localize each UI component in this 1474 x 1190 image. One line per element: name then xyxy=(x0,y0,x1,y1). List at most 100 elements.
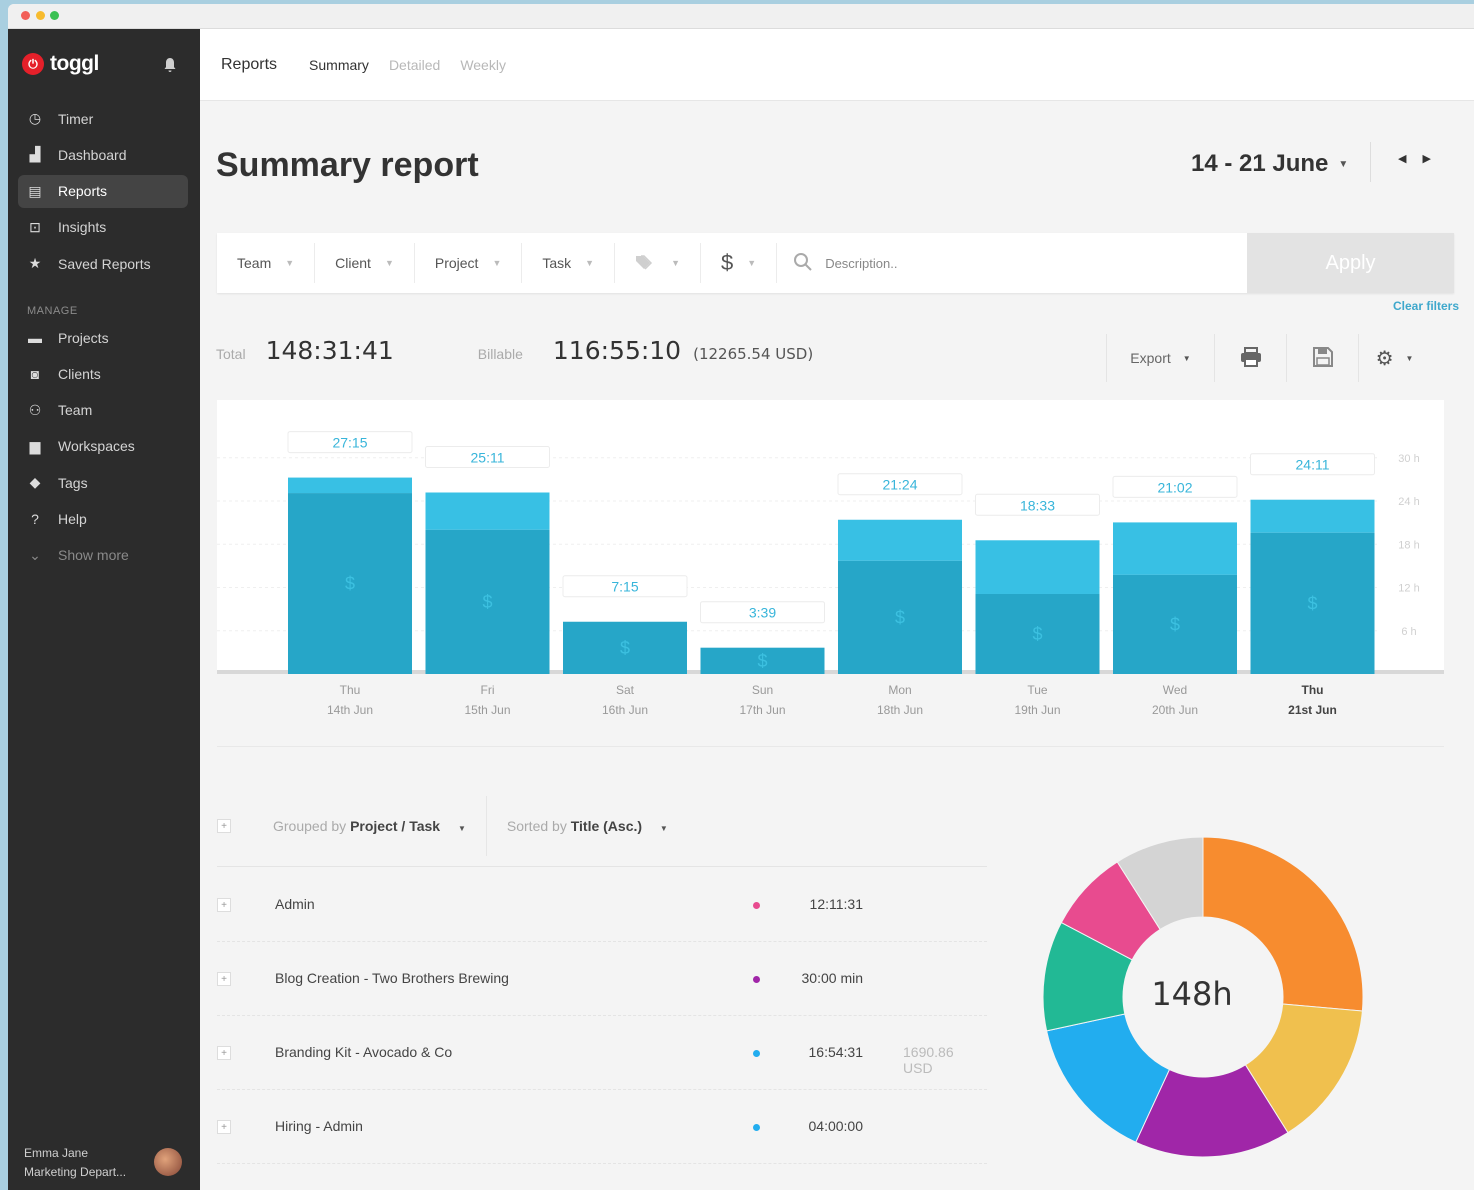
caret-down-icon: ▼ xyxy=(457,824,466,833)
group-by-prefix: Grouped by xyxy=(273,818,347,834)
sidebar-item-saved-reports[interactable]: ★ Saved Reports xyxy=(18,247,188,280)
tab-weekly[interactable]: Weekly xyxy=(460,57,506,73)
sidebar-item-help[interactable]: ? Help xyxy=(18,503,188,536)
filter-billable[interactable]: $ ▼ xyxy=(701,243,778,283)
previous-period-button[interactable]: ◀ xyxy=(1398,152,1406,165)
bar-nonbillable xyxy=(1113,522,1237,575)
day-date: 16th Jun xyxy=(601,703,649,717)
search-icon xyxy=(793,252,813,275)
daily-bar-chart: 6 h 12 h 18 h 24 h 30 h $27:15 $25:11 $7:15 $3:3… xyxy=(217,400,1444,674)
export-button[interactable]: Export ▼ xyxy=(1106,334,1214,382)
table-row[interactable]: + Hiring - Admin 04:00:00 xyxy=(217,1090,987,1164)
briefcase-icon: ▆ xyxy=(29,437,41,454)
project-duration: 16:54:31 xyxy=(808,1044,864,1060)
y-tick-label: 12 h xyxy=(1398,583,1419,595)
caret-down-icon: ▼ xyxy=(1405,353,1414,363)
day-name: Sun xyxy=(751,683,774,697)
export-label: Export xyxy=(1130,350,1171,366)
bar-nonbillable xyxy=(975,540,1100,594)
sidebar-item-team[interactable]: ⚇ Team xyxy=(18,394,188,427)
project-duration: 12:11:31 xyxy=(809,896,863,912)
table-row[interactable]: + Admin 12:11:31 xyxy=(217,868,987,942)
sidebar-item-label: Projects xyxy=(58,329,109,346)
sidebar-item-projects[interactable]: ▬ Projects xyxy=(18,321,188,354)
dollar-icon: $ xyxy=(721,250,734,275)
filter-task[interactable]: Task ▼ xyxy=(522,243,616,283)
sidebar-item-label: Saved Reports xyxy=(58,255,151,272)
settings-button[interactable]: ⚙ ▼ xyxy=(1358,334,1430,382)
day-date: 21st Jun xyxy=(1288,703,1337,717)
clear-filters-link[interactable]: Clear filters xyxy=(1393,299,1459,313)
chevron-down-icon: ⌄ xyxy=(29,546,41,563)
sidebar-item-timer[interactable]: ◷ Timer xyxy=(18,102,188,135)
date-range-picker[interactable]: 14 - 21 June ▼ xyxy=(1191,150,1348,178)
logo[interactable]: ⏻ toggl xyxy=(22,52,99,76)
title-bar xyxy=(8,4,1474,29)
project-amount: 1690.86 USD xyxy=(903,1044,987,1076)
sidebar-item-reports[interactable]: ▤ Reports xyxy=(18,174,188,208)
data-label: 21:02 xyxy=(1157,479,1192,495)
description-input[interactable]: Description.. xyxy=(825,256,897,271)
sidebar-item-workspaces[interactable]: ▆ Workspaces xyxy=(18,430,188,463)
filter-client[interactable]: Client ▼ xyxy=(315,243,415,283)
maximize-window-button[interactable] xyxy=(50,11,59,20)
tab-summary[interactable]: Summary xyxy=(309,57,369,73)
expand-row-button[interactable]: + xyxy=(217,1046,231,1060)
filter-project[interactable]: Project ▼ xyxy=(415,243,523,283)
data-label: 27:15 xyxy=(332,435,367,451)
expand-row-button[interactable]: + xyxy=(217,898,231,912)
toggl-logo-icon: ⏻ xyxy=(22,53,44,75)
project-color-dot xyxy=(753,902,760,909)
expand-row-button[interactable]: + xyxy=(217,1120,231,1134)
sidebar-item-tags[interactable]: ◆ Tags xyxy=(18,466,188,499)
sidebar-item-show-more[interactable]: ⌄ Show more xyxy=(18,539,188,572)
user-profile[interactable]: Emma Jane Marketing Depart... xyxy=(24,1144,126,1182)
report-toolbar: Export ▼ ⚙ ▼ xyxy=(1106,332,1430,384)
expand-row-button[interactable]: + xyxy=(217,972,231,986)
group-by-dropdown[interactable]: Grouped by Project / Task ▼ xyxy=(273,818,466,834)
minimize-window-button[interactable] xyxy=(36,11,45,20)
x-tick-label: Thu 14th Jun xyxy=(288,680,412,720)
sort-by-dropdown[interactable]: Sorted by Title (Asc.) ▼ xyxy=(507,818,668,834)
apply-button[interactable]: Apply xyxy=(1247,233,1454,293)
section-title: Reports xyxy=(221,55,278,73)
divider xyxy=(1370,142,1371,182)
day-date: 17th Jun xyxy=(739,703,786,717)
filter-bar: Team ▼ Client ▼ Project ▼ Task ▼ ▼ $ ▼ Descr… xyxy=(217,233,1454,293)
clock-icon: ◷ xyxy=(28,110,42,126)
data-label: 3:39 xyxy=(749,605,776,621)
y-tick-label: 24 h xyxy=(1398,496,1419,508)
project-color-dot xyxy=(753,1124,760,1131)
project-name: Hiring - Admin xyxy=(275,1118,363,1134)
billable-dollar-icon: $ xyxy=(620,638,630,658)
brand-name: toggl xyxy=(50,52,99,75)
close-window-button[interactable] xyxy=(21,11,30,20)
top-navigation: Reports Summary Detailed Weekly xyxy=(200,29,1474,101)
data-label: 7:15 xyxy=(611,579,638,595)
gear-icon: ⚙ xyxy=(1375,347,1394,370)
team-icon: ⚇ xyxy=(28,401,42,418)
table-row[interactable]: + Blog Creation - Two Brothers Brewing 30:… xyxy=(217,942,987,1016)
client-icon: ◙ xyxy=(30,365,40,382)
avatar[interactable] xyxy=(154,1148,182,1176)
next-period-button[interactable]: ▶ xyxy=(1422,152,1430,165)
print-button[interactable] xyxy=(1214,334,1286,382)
project-color-dot xyxy=(753,1050,760,1057)
billable-amount: (12265.54 USD) xyxy=(693,345,814,363)
description-search[interactable]: Description.. xyxy=(777,252,1247,275)
filter-tags[interactable]: ▼ xyxy=(615,243,702,283)
sidebar-item-dashboard[interactable]: ▟ Dashboard xyxy=(18,138,188,171)
tab-detailed[interactable]: Detailed xyxy=(389,57,440,73)
grouping-bar: + Grouped by Project / Task ▼ Sorted by … xyxy=(217,796,987,856)
table-row[interactable]: + Branding Kit - Avocado & Co 16:54:31 1690… xyxy=(217,1016,987,1090)
amount-currency: USD xyxy=(903,1060,933,1076)
sidebar-item-clients[interactable]: ◙ Clients xyxy=(18,357,188,390)
save-report-button[interactable] xyxy=(1286,334,1358,382)
filter-team[interactable]: Team ▼ xyxy=(217,243,316,283)
project-color-dot xyxy=(753,976,760,983)
bell-icon[interactable] xyxy=(163,57,179,73)
expand-all-button[interactable]: + xyxy=(217,819,231,833)
sidebar-item-insights[interactable]: ⊡ Insights xyxy=(18,211,188,244)
report-icon: ▤ xyxy=(28,182,42,199)
caret-down-icon: ▼ xyxy=(659,824,668,833)
